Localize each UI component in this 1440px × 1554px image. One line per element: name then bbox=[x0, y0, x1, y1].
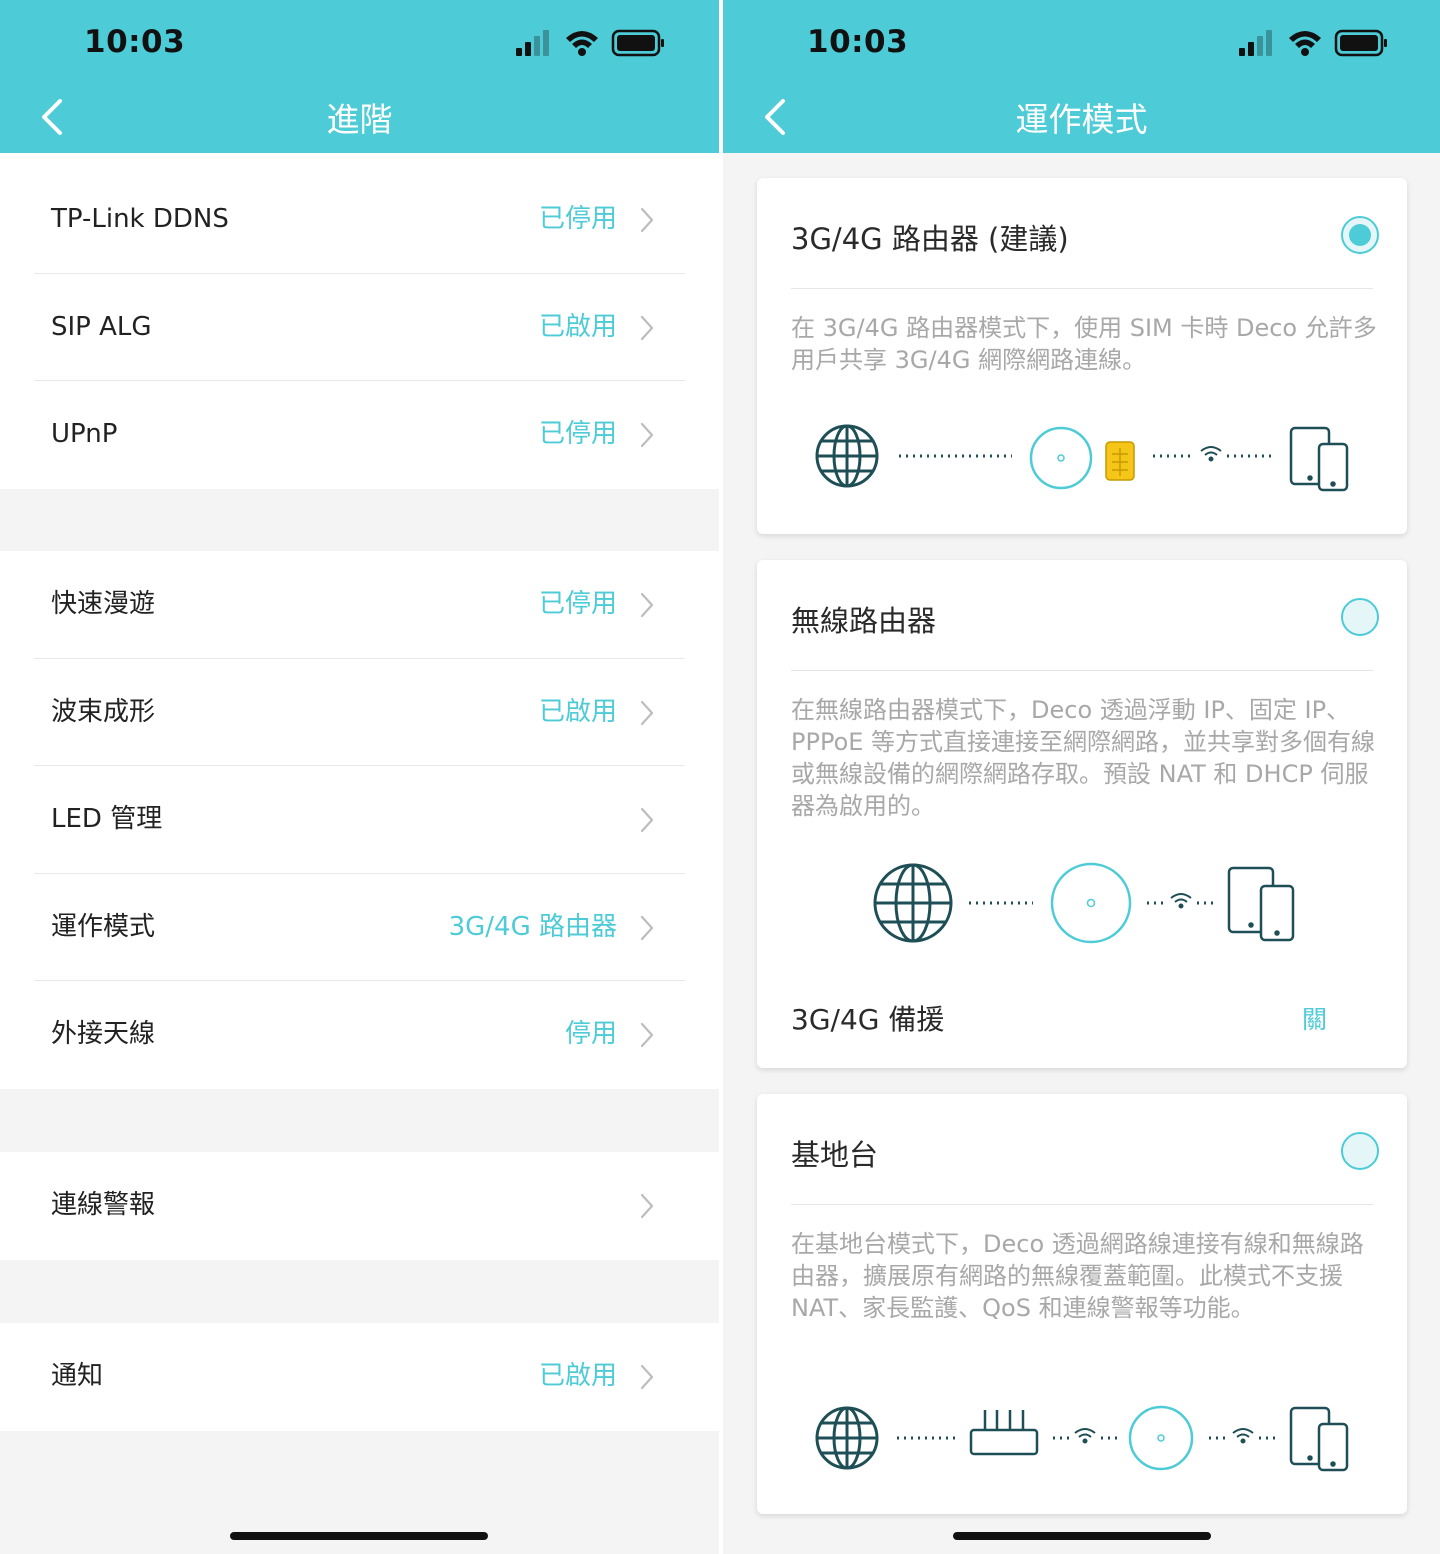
home-indicator bbox=[230, 1532, 488, 1540]
settings-row-label: LED 管理 bbox=[51, 804, 163, 834]
mode-diagram bbox=[815, 1405, 1349, 1472]
devices-icon bbox=[1289, 426, 1349, 492]
status-icons bbox=[1239, 29, 1387, 57]
mode-description: 在無線路由器模式下，Deco 透過浮動 IP、固定 IP、PPPoE 等方式直接… bbox=[791, 696, 1376, 820]
divider bbox=[791, 288, 1373, 289]
chevron-right-icon bbox=[640, 315, 654, 340]
chevron-right-icon bbox=[640, 700, 654, 725]
nav-bar: 10:03 運作模式 bbox=[723, 0, 1440, 153]
settings-row-value: 已停用 bbox=[538, 589, 617, 619]
mode-title: 3G/4G 路由器 (建議) bbox=[791, 222, 1069, 256]
mode-radio[interactable] bbox=[1341, 598, 1379, 636]
settings-row-value: 已停用 bbox=[538, 419, 617, 449]
globe-icon bbox=[873, 863, 953, 943]
settings-group: 通知 已啟用 bbox=[0, 1323, 719, 1431]
divider bbox=[791, 670, 1373, 671]
settings-row-label: 運作模式 bbox=[51, 911, 156, 942]
settings-row[interactable]: 快速漫遊 已停用 bbox=[34, 551, 685, 659]
settings-group: TP-Link DDNS 已停用 SIP ALG 已啟用 UPnP 已停用 bbox=[0, 153, 719, 489]
chevron-right-icon bbox=[640, 1364, 654, 1390]
status-time: 10:03 bbox=[84, 24, 186, 60]
settings-row[interactable]: TP-Link DDNS 已停用 bbox=[34, 166, 685, 274]
mode-radio-selected[interactable] bbox=[1341, 216, 1379, 254]
mode-title: 基地台 bbox=[791, 1138, 879, 1172]
settings-row-label: UPnP bbox=[51, 419, 118, 449]
settings-row-label: 通知 bbox=[51, 1361, 104, 1391]
settings-row[interactable]: 運作模式 3G/4G 路由器 bbox=[34, 874, 685, 981]
chevron-right-icon bbox=[640, 207, 654, 233]
page-title: 運作模式 bbox=[1015, 100, 1148, 139]
globe-icon bbox=[815, 1406, 879, 1470]
wifi-icon bbox=[566, 31, 598, 56]
settings-row-value: 已停用 bbox=[538, 204, 617, 234]
settings-row[interactable]: 連線警報 bbox=[34, 1152, 685, 1260]
settings-row-label: 波束成形 bbox=[51, 696, 156, 727]
home-indicator bbox=[953, 1532, 1211, 1540]
status-time: 10:03 bbox=[807, 24, 909, 60]
chevron-right-icon bbox=[640, 592, 654, 618]
operation-mode-screen: 10:03 運作模式 3G/4G 路由器 (建議) 在 3G/4G 路由器模式下… bbox=[723, 0, 1440, 1554]
settings-row[interactable]: 通知 已啟用 bbox=[34, 1323, 685, 1431]
battery-icon bbox=[1334, 29, 1387, 57]
deco-unit-icon bbox=[1050, 862, 1132, 944]
advanced-settings-screen: 10:03 進階 TP-Link DDNS 已停用 SIP ALG 已啟用 UP… bbox=[0, 0, 719, 1554]
mode-description: 在 3G/4G 路由器模式下，使用 SIM 卡時 Deco 允許多用戶共享 3G… bbox=[791, 314, 1377, 374]
deco-unit-icon bbox=[1128, 1405, 1194, 1471]
chevron-right-icon bbox=[640, 1193, 654, 1219]
router-icon bbox=[969, 1410, 1039, 1456]
settings-row-value: 已啟用 bbox=[538, 1361, 617, 1391]
wifi-icon bbox=[1289, 31, 1321, 56]
settings-row[interactable]: SIP ALG 已啟用 bbox=[34, 274, 685, 381]
wireless-link-icon bbox=[1232, 1428, 1254, 1444]
wireless-link-icon bbox=[1170, 893, 1192, 909]
chevron-right-icon bbox=[640, 915, 654, 940]
settings-row-label: TP-Link DDNS bbox=[51, 204, 229, 234]
devices-icon bbox=[1289, 1406, 1349, 1472]
chevron-right-icon bbox=[640, 1022, 654, 1048]
sim-card-icon bbox=[1105, 441, 1135, 481]
wireless-link-icon bbox=[1200, 446, 1222, 462]
settings-row-value: 已啟用 bbox=[538, 696, 617, 727]
deco-unit-icon bbox=[1029, 426, 1093, 490]
devices-icon bbox=[1227, 866, 1295, 942]
mode-card-4g-router[interactable]: 3G/4G 路由器 (建議) 在 3G/4G 路由器模式下，使用 SIM 卡時 … bbox=[757, 178, 1407, 534]
globe-icon bbox=[815, 424, 879, 488]
settings-row-label: 外接天線 bbox=[51, 1019, 156, 1049]
page-title: 進階 bbox=[326, 100, 393, 139]
cellular-signal-icon bbox=[1239, 30, 1272, 56]
mode-card-wireless-router[interactable]: 無線路由器 在無線路由器模式下，Deco 透過浮動 IP、固定 IP、PPPoE… bbox=[757, 560, 1407, 1068]
settings-row-value: 3G/4G 路由器 bbox=[448, 911, 617, 942]
settings-group: 連線警報 bbox=[0, 1152, 719, 1260]
cellular-signal-icon bbox=[516, 30, 549, 56]
settings-row-label: 快速漫遊 bbox=[51, 589, 156, 619]
settings-row[interactable]: 外接天線 停用 bbox=[34, 981, 685, 1089]
settings-row[interactable]: LED 管理 bbox=[34, 766, 685, 874]
battery-icon bbox=[611, 29, 664, 57]
mode-diagram bbox=[815, 424, 1349, 492]
chevron-right-icon bbox=[640, 807, 654, 833]
divider bbox=[791, 1204, 1373, 1205]
chevron-right-icon bbox=[640, 422, 654, 448]
wireless-link-icon bbox=[1074, 1428, 1096, 1444]
status-icons bbox=[516, 29, 664, 57]
settings-row-value: 停用 bbox=[564, 1019, 617, 1049]
settings-row-label: SIP ALG bbox=[51, 311, 152, 342]
nav-bar: 10:03 進階 bbox=[0, 0, 719, 153]
settings-row-value: 已啟用 bbox=[538, 311, 617, 342]
mode-card-access-point[interactable]: 基地台 在基地台模式下，Deco 透過網路線連接有線和無線路由器，擴展原有網路的… bbox=[757, 1094, 1407, 1514]
backup-label: 3G/4G 備援 bbox=[791, 1003, 945, 1036]
backup-toggle-value[interactable]: 關 bbox=[1302, 1000, 1327, 1036]
settings-row[interactable]: UPnP 已停用 bbox=[34, 381, 685, 489]
settings-row[interactable]: 波束成形 已啟用 bbox=[34, 659, 685, 766]
mode-diagram bbox=[873, 862, 1295, 944]
settings-row-label: 連線警報 bbox=[51, 1190, 156, 1220]
mode-description: 在基地台模式下，Deco 透過網路線連接有線和無線路由器，擴展原有網路的無線覆蓋… bbox=[791, 1230, 1364, 1322]
mode-title: 無線路由器 bbox=[791, 604, 937, 638]
settings-group: 快速漫遊 已停用波束成形 已啟用 LED 管理 運作模式 3G/4G 路由器外接天線 停用 bbox=[0, 551, 719, 1089]
mode-radio[interactable] bbox=[1341, 1132, 1379, 1170]
